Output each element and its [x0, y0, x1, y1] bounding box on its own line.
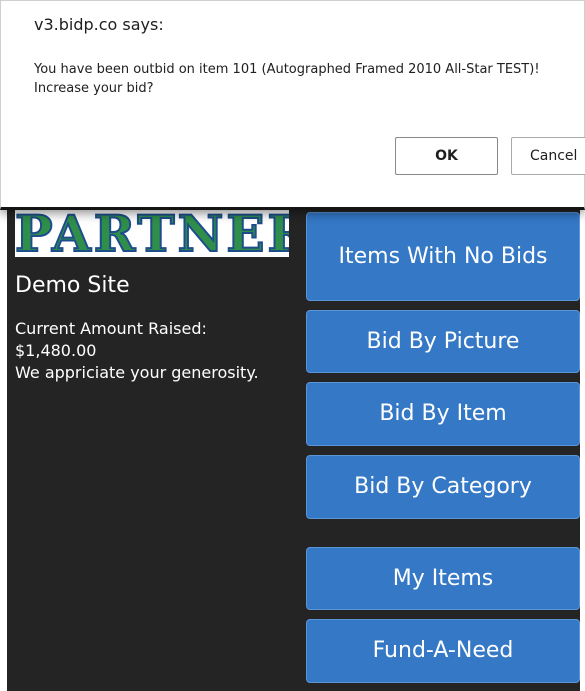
dialog-origin: v3.bidp.co says:: [34, 15, 164, 34]
ok-button[interactable]: OK: [395, 137, 498, 175]
fundraising-info: Current Amount Raised: $1,480.00 We appr…: [15, 318, 295, 384]
cancel-button[interactable]: Cancel: [511, 137, 585, 175]
fund-a-need-button[interactable]: Fund-A-Need: [306, 619, 580, 683]
bid-by-picture-button[interactable]: Bid By Picture: [306, 310, 580, 373]
amount-raised-value: $1,480.00: [15, 341, 97, 360]
partner-logo: PARTNER: [15, 205, 289, 257]
bid-by-item-button[interactable]: Bid By Item: [306, 382, 580, 446]
outbid-alert-dialog: v3.bidp.co says: You have been outbid on…: [0, 0, 585, 210]
thanks-message: We appriciate your generosity.: [15, 363, 259, 382]
my-items-button[interactable]: My Items: [306, 547, 580, 610]
site-name: Demo Site: [15, 273, 130, 298]
amount-raised-label: Current Amount Raised:: [15, 319, 207, 338]
items-with-no-bids-button[interactable]: Items With No Bids: [306, 212, 580, 301]
dialog-message: You have been outbid on item 101 (Autogr…: [34, 62, 540, 96]
logo-text: PARTNER: [15, 205, 289, 258]
bid-by-category-button[interactable]: Bid By Category: [306, 455, 580, 519]
